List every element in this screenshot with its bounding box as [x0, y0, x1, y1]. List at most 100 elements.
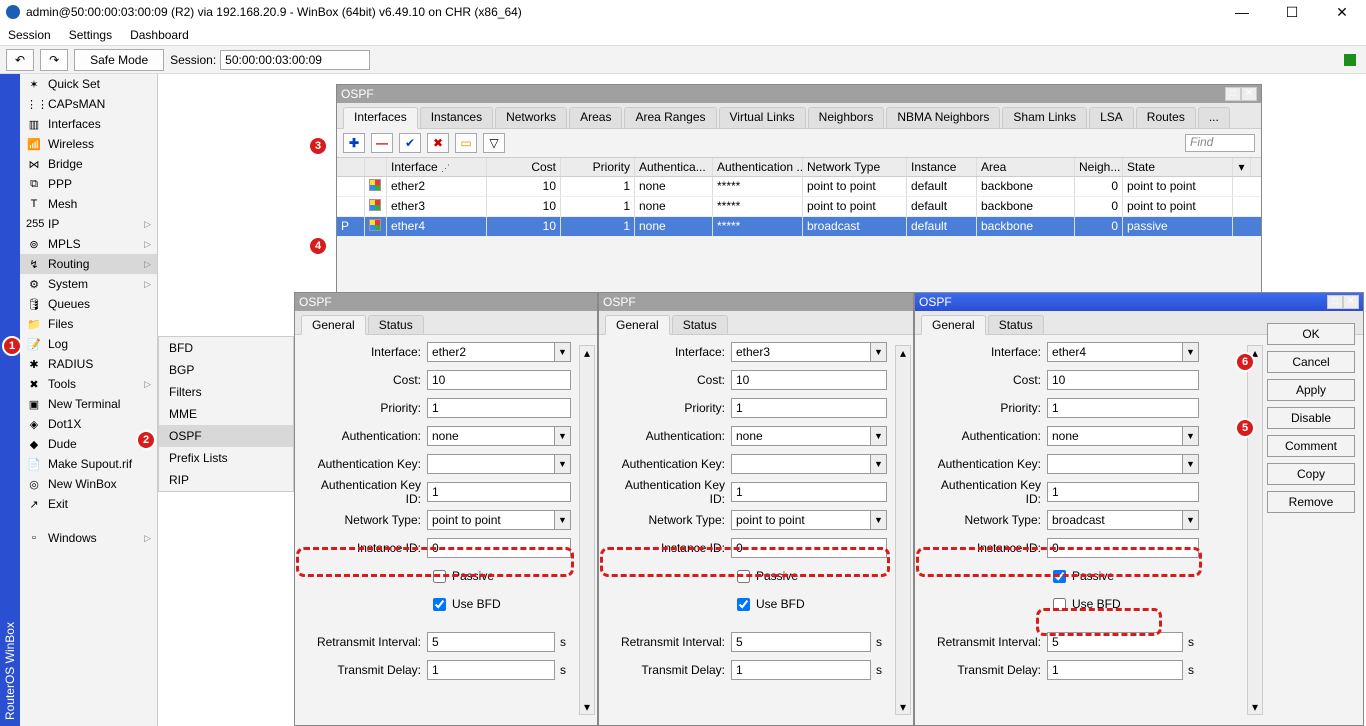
sidebar-item-queues[interactable]: 🛢Queues	[20, 294, 157, 314]
tab-interfaces[interactable]: Interfaces	[343, 107, 418, 129]
table-row[interactable]: ether3101none*****point to pointdefaultb…	[337, 197, 1261, 217]
panel-close-icon[interactable]: ✕	[1343, 295, 1359, 309]
dropdown-icon[interactable]: ▼	[1183, 426, 1199, 446]
dropdown-icon[interactable]: ▼	[871, 510, 887, 530]
dropdown-icon[interactable]: ▼	[555, 426, 571, 446]
submenu-bfd[interactable]: BFD	[159, 337, 293, 359]
tab-status[interactable]: Status	[672, 315, 728, 334]
scrollbar[interactable]: ▴▾	[1247, 345, 1263, 715]
tab-general[interactable]: General	[921, 315, 986, 335]
safe-mode-button[interactable]: Safe Mode	[74, 49, 164, 71]
tab-status[interactable]: Status	[988, 315, 1044, 334]
tab-nbma-neighbors[interactable]: NBMA Neighbors	[886, 107, 1000, 128]
filter-button[interactable]: ▽	[483, 133, 505, 153]
cancel-button[interactable]: Cancel	[1267, 351, 1355, 373]
transmit-delay-input[interactable]	[731, 660, 871, 680]
sidebar-item-new-terminal[interactable]: ▣New Terminal	[20, 394, 157, 414]
interface-input[interactable]	[427, 342, 555, 362]
comment-button[interactable]: ▭	[455, 133, 477, 153]
column-header[interactable]: Neigh...	[1075, 158, 1123, 176]
submenu-mme[interactable]: MME	[159, 403, 293, 425]
column-header[interactable]: Priority	[561, 158, 635, 176]
undo-button[interactable]: ↶	[6, 49, 34, 71]
sidebar-item-mesh[interactable]: TMesh	[20, 194, 157, 214]
ospf-panel-title[interactable]: OSPF □✕	[337, 85, 1261, 103]
priority-input[interactable]	[1047, 398, 1199, 418]
remove-button[interactable]: Remove	[1267, 491, 1355, 513]
auth-key-input[interactable]	[1047, 454, 1183, 474]
instance-id-input[interactable]	[731, 538, 887, 558]
sidebar-item-tools[interactable]: ✖Tools▷	[20, 374, 157, 394]
passive-checkbox[interactable]	[1053, 570, 1066, 583]
priority-input[interactable]	[731, 398, 887, 418]
passive-checkbox[interactable]	[737, 570, 750, 583]
authentication-input[interactable]	[731, 426, 871, 446]
table-row[interactable]: Pether4101none*****broadcastdefaultbackb…	[337, 217, 1261, 237]
menu-dashboard[interactable]: Dashboard	[130, 28, 189, 42]
dropdown-icon[interactable]: ▼	[871, 454, 887, 474]
cost-input[interactable]	[731, 370, 887, 390]
authentication-input[interactable]	[427, 426, 555, 446]
sidebar-item-exit[interactable]: ↗Exit	[20, 494, 157, 514]
detail-title[interactable]: OSPF □✕	[915, 293, 1363, 311]
use-bfd-checkbox[interactable]	[1053, 598, 1066, 611]
tab-lsa[interactable]: LSA	[1089, 107, 1134, 128]
sidebar-item-interfaces[interactable]: ▥Interfaces	[20, 114, 157, 134]
enable-button[interactable]: ✔	[399, 133, 421, 153]
session-input[interactable]	[220, 50, 370, 70]
column-header[interactable]: Interface ⋰	[387, 158, 487, 176]
column-header[interactable]: Network Type	[803, 158, 907, 176]
network-type-input[interactable]	[1047, 510, 1183, 530]
panel-restore-icon[interactable]: □	[1327, 295, 1343, 309]
panel-close-icon[interactable]: ✕	[1241, 87, 1257, 101]
column-header[interactable]: Authentica...	[635, 158, 713, 176]
auth-key-id-input[interactable]	[1047, 482, 1199, 502]
auth-key-id-input[interactable]	[427, 482, 571, 502]
tab-area-ranges[interactable]: Area Ranges	[624, 107, 716, 128]
auth-key-input[interactable]	[427, 454, 555, 474]
tab-routes[interactable]: Routes	[1136, 107, 1196, 128]
detail-title[interactable]: OSPF	[599, 293, 913, 311]
add-button[interactable]: ✚	[343, 133, 365, 153]
sidebar-item-system[interactable]: ⚙System▷	[20, 274, 157, 294]
sidebar-item-windows[interactable]: ▫Windows▷	[20, 528, 157, 548]
column-header[interactable]: Authentication ...	[713, 158, 803, 176]
column-header[interactable]: State	[1123, 158, 1233, 176]
sidebar-item-make-supout.rif[interactable]: 📄Make Supout.rif	[20, 454, 157, 474]
column-header[interactable]: Cost	[487, 158, 561, 176]
sidebar-item-routing[interactable]: ↯Routing▷	[20, 254, 157, 274]
column-header[interactable]	[337, 158, 365, 176]
redo-button[interactable]: ↷	[40, 49, 68, 71]
sidebar-item-log[interactable]: 📝Log	[20, 334, 157, 354]
tab-general[interactable]: General	[605, 315, 670, 335]
sidebar-item-quick-set[interactable]: ✶Quick Set	[20, 74, 157, 94]
use-bfd-checkbox[interactable]	[433, 598, 446, 611]
submenu-prefix-lists[interactable]: Prefix Lists	[159, 447, 293, 469]
comment-button[interactable]: Comment	[1267, 435, 1355, 457]
submenu-rip[interactable]: RIP	[159, 469, 293, 491]
panel-restore-icon[interactable]: □	[1225, 87, 1241, 101]
table-row[interactable]: ether2101none*****point to pointdefaultb…	[337, 177, 1261, 197]
dropdown-icon[interactable]: ▼	[555, 454, 571, 474]
dropdown-icon[interactable]: ▼	[871, 342, 887, 362]
authentication-input[interactable]	[1047, 426, 1183, 446]
find-input[interactable]: Find	[1185, 134, 1255, 152]
dropdown-icon[interactable]: ▼	[555, 342, 571, 362]
sidebar-item-dot1x[interactable]: ◈Dot1X	[20, 414, 157, 434]
tab-instances[interactable]: Instances	[420, 107, 493, 128]
tab-sham-links[interactable]: Sham Links	[1002, 107, 1087, 128]
auth-key-input[interactable]	[731, 454, 871, 474]
tab-networks[interactable]: Networks	[495, 107, 567, 128]
retransmit-interval-input[interactable]	[1047, 632, 1183, 652]
dropdown-icon[interactable]: ▼	[1183, 510, 1199, 530]
column-menu-icon[interactable]: ▾	[1233, 158, 1251, 176]
tab-general[interactable]: General	[301, 315, 366, 335]
cost-input[interactable]	[427, 370, 571, 390]
use-bfd-checkbox[interactable]	[737, 598, 750, 611]
network-type-input[interactable]	[731, 510, 871, 530]
detail-title[interactable]: OSPF	[295, 293, 597, 311]
scrollbar[interactable]: ▴▾	[579, 345, 595, 715]
instance-id-input[interactable]	[1047, 538, 1199, 558]
copy-button[interactable]: Copy	[1267, 463, 1355, 485]
apply-button[interactable]: Apply	[1267, 379, 1355, 401]
